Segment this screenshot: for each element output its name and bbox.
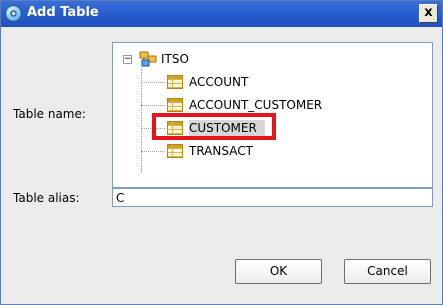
tree-connector	[141, 151, 165, 152]
tree-item-label: ACCOUNT_CUSTOMER	[189, 98, 323, 112]
table-icon	[167, 98, 183, 112]
table-icon	[167, 75, 183, 89]
ok-button[interactable]: OK	[235, 259, 322, 284]
table-alias-label: Table alias:	[13, 191, 80, 205]
title-bar[interactable]: Add Table x	[1, 1, 442, 27]
tree-item-label: ACCOUNT	[189, 75, 249, 89]
database-icon	[139, 51, 157, 67]
tree-connector	[141, 69, 142, 173]
tree-root-label: ITSO	[161, 52, 189, 66]
tree-connector	[141, 105, 165, 106]
app-icon	[5, 5, 22, 22]
tree-root[interactable]: − ITSO	[113, 51, 313, 69]
add-table-dialog: Add Table x Table name: − ITSO ACCOUNT A…	[0, 0, 443, 305]
tree-connector	[141, 82, 165, 83]
table-alias-input[interactable]	[112, 188, 433, 207]
collapse-icon[interactable]: −	[123, 55, 132, 64]
tree-item-label: TRANSACT	[189, 144, 253, 158]
window-title: Add Table	[27, 5, 99, 20]
cancel-button[interactable]: Cancel	[344, 259, 431, 284]
annotation-highlight-box	[152, 113, 276, 140]
table-icon	[167, 144, 183, 158]
close-button[interactable]: x	[419, 4, 438, 23]
table-name-label: Table name:	[13, 107, 86, 121]
